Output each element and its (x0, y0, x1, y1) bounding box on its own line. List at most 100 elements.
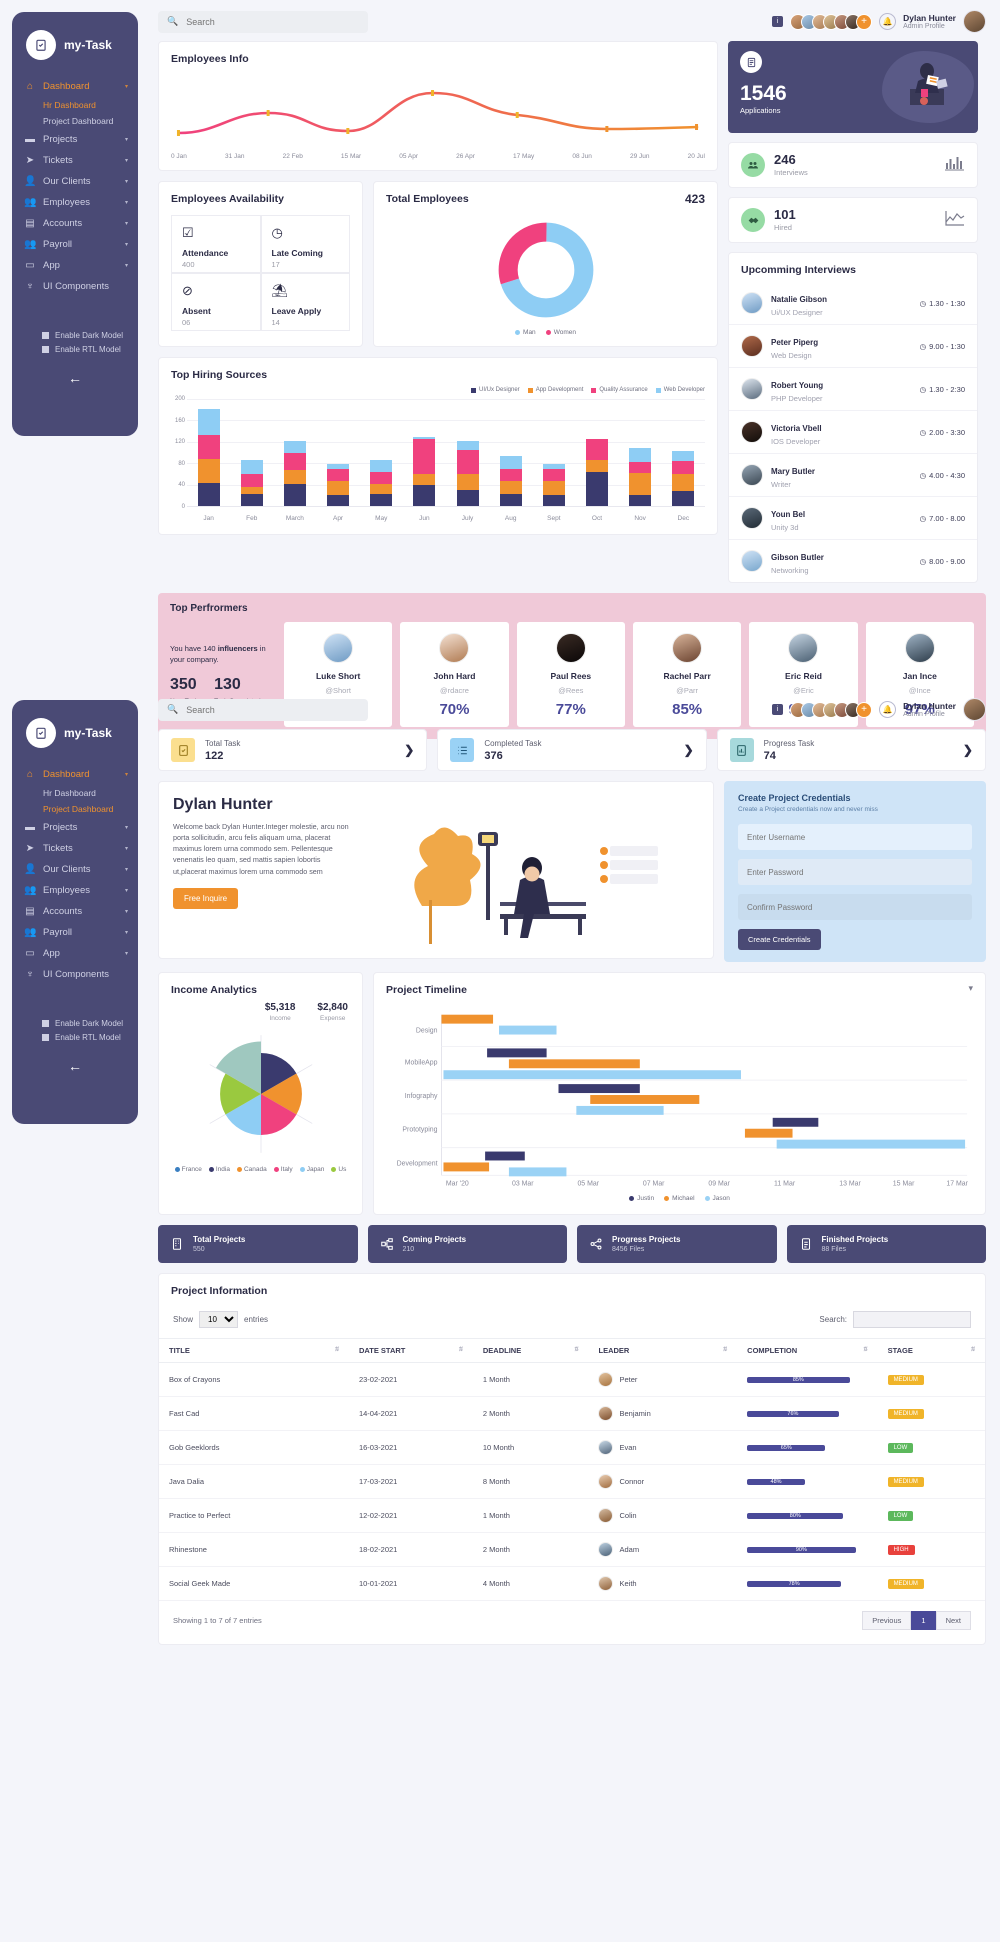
sidebar-item-projects[interactable]: ▬ Projects ▾ (12, 129, 138, 150)
next-page-button[interactable]: Next (935, 1611, 971, 1630)
user-name: Dylan Hunter (903, 700, 956, 711)
user-info[interactable]: Dylan Hunter Admin Profile (903, 701, 956, 718)
availability-tile-late-coming[interactable]: ◷ Late Coming 17 (260, 215, 350, 273)
add-user-button[interactable]: + (856, 13, 873, 30)
col-leader[interactable]: LEADER ⇅ (588, 1338, 738, 1363)
availability-tile-leave-apply[interactable]: ⛱ Leave Apply 14 (260, 273, 350, 331)
sidebar-item-dashboard[interactable]: ⌂ Dashboard ▾ (12, 76, 138, 97)
collapse-sidebar-button[interactable]: ← (12, 370, 138, 386)
avatar-stack[interactable]: + (790, 13, 873, 30)
sidebar-subitem-hr-dashboard[interactable]: Hr Dashboard (12, 785, 138, 801)
avatar[interactable] (963, 10, 986, 33)
sidebar-item-app[interactable]: ▭ App ▾ (12, 255, 138, 276)
user-info[interactable]: Dylan Hunter Admin Profile (903, 13, 956, 30)
sidebar-subitem-project-dashboard[interactable]: Project Dashboard (12, 801, 138, 817)
interview-name: Gibson Butler (771, 553, 824, 562)
interview-row[interactable]: Robert Young PHP Developer ◷ 1.30 - 2:30 (729, 367, 977, 410)
sidebar-item-ui-components[interactable]: ♆ UI Components (12, 964, 138, 985)
user-icon: 👤 (24, 864, 37, 875)
interview-row[interactable]: Natalie Gibson Ui/UX Designer ◷ 1.30 - 1… (729, 282, 977, 324)
sidebar-item-employees[interactable]: 👥 Employees ▾ (12, 192, 138, 213)
table-row[interactable]: Fast Cad 14-04-2021 2 Month Benjamin 76% MEDI… (159, 1396, 985, 1431)
sidebar-item-our-clients[interactable]: 👤 Our Clients ▾ (12, 171, 138, 192)
chevron-down-icon: ▾ (124, 888, 128, 894)
table-row[interactable]: Practice to Perfect 12-02-2021 1 Month Coli… (159, 1498, 985, 1533)
table-row[interactable]: Rhinestone 18-02-2021 2 Month Adam 90% HIGH (159, 1532, 985, 1567)
previous-page-button[interactable]: Previous (862, 1611, 912, 1630)
cell-stage: MEDIUM (877, 1464, 985, 1499)
bell-icon[interactable]: 🔔 (879, 701, 897, 718)
completed-task-card[interactable]: Completed Task 376 ❯ (437, 729, 707, 771)
info-badge[interactable]: i (772, 16, 784, 27)
sidebar-item-tickets[interactable]: ➤ Tickets ▾ (12, 838, 138, 859)
table-row[interactable]: Social Geek Made 10-01-2021 4 Month Keith 78… (159, 1566, 985, 1601)
free-inquire-button[interactable]: Free Inquire (173, 887, 239, 909)
toggle-dark-mode[interactable]: Enable Dark Model (42, 1019, 138, 1028)
interview-row[interactable]: Victoria Vbell IOS Developer ◷ 2.00 - 3:… (729, 410, 977, 453)
sidebar-item-dashboard[interactable]: ⌂ Dashboard ▾ (12, 764, 138, 785)
finished-projects-card[interactable]: Finished Projects 88 Files (786, 1225, 986, 1263)
total-task-card[interactable]: Total Task 122 ❯ (158, 729, 428, 771)
interview-row[interactable]: Mary Butler Writer ◷ 4.00 - 4:30 (729, 453, 977, 496)
search-input[interactable] (186, 704, 359, 715)
col-stage[interactable]: STAGE ⇅ (877, 1338, 985, 1363)
col-completion[interactable]: COMPLETION ⇅ (737, 1338, 878, 1363)
availability-title: Employees Availability (171, 193, 285, 205)
add-user-button[interactable]: + (856, 701, 873, 718)
total-projects-card[interactable]: Total Projects 550 (158, 1225, 358, 1263)
entries-select[interactable]: 10 (199, 1311, 239, 1328)
sidebar-subitem-project-dashboard[interactable]: Project Dashboard (12, 113, 138, 129)
bell-icon[interactable]: 🔔 (879, 13, 897, 30)
sidebar-item-projects[interactable]: ▬ Projects ▾ (12, 817, 138, 838)
chevron-right-icon[interactable]: ❯ (963, 743, 973, 757)
info-badge[interactable]: i (772, 704, 784, 715)
collapse-sidebar-button[interactable]: ← (12, 1058, 138, 1074)
col-date-start[interactable]: DATE START ⇅ (348, 1338, 473, 1363)
sidebar-subitem-hr-dashboard[interactable]: Hr Dashboard (12, 97, 138, 113)
sidebar-item-employees[interactable]: 👥 Employees ▾ (12, 880, 138, 901)
confirm-password-field[interactable] (738, 894, 972, 920)
sidebar-item-our-clients[interactable]: 👤 Our Clients ▾ (12, 859, 138, 880)
sidebar-item-tickets[interactable]: ➤ Tickets ▾ (12, 150, 138, 171)
toggle-rtl-mode[interactable]: Enable RTL Model (42, 345, 138, 354)
col-title[interactable]: TITLE ⇅ (159, 1338, 349, 1363)
availability-tile-attendance[interactable]: ☑ Attendance 400 (171, 215, 261, 273)
table-row[interactable]: Gob Geeklords 16-03-2021 10 Month Evan 65% LO… (159, 1430, 985, 1465)
avatar-stack[interactable]: + (790, 701, 873, 718)
page-1-button[interactable]: 1 (911, 1611, 936, 1630)
chevron-right-icon[interactable]: ❯ (684, 743, 694, 757)
create-credentials-button[interactable]: Create Credentials (738, 929, 821, 950)
hired-stat-card[interactable]: 101 Hired (728, 197, 978, 243)
sidebar-item-accounts[interactable]: ▤ Accounts ▾ (12, 901, 138, 922)
col-deadline[interactable]: DEADLINE ⇅ (472, 1338, 589, 1363)
search-input[interactable] (186, 16, 359, 27)
username-field[interactable] (738, 824, 972, 850)
clock-icon: ◷ (919, 470, 927, 480)
avatar[interactable] (963, 698, 986, 721)
chevron-right-icon[interactable]: ❯ (404, 743, 414, 757)
interviews-stat-card[interactable]: 246 Interviews (728, 142, 978, 188)
search-box[interactable]: 🔍 (158, 698, 368, 721)
table-search-input[interactable] (853, 1311, 971, 1328)
table-row[interactable]: Java Dalia 17-03-2021 8 Month Connor 48% MEDI… (159, 1464, 985, 1499)
sidebar-item-app[interactable]: ▭ App ▾ (12, 943, 138, 964)
sidebar-item-payroll[interactable]: 👥 Payroll ▾ (12, 922, 138, 943)
search-box[interactable]: 🔍 (158, 10, 368, 33)
interview-row[interactable]: Youn Bel Unity 3d ◷ 7.00 - 8.00 (729, 496, 977, 539)
sidebar-item-payroll[interactable]: 👥 Payroll ▾ (12, 234, 138, 255)
toggle-rtl-mode[interactable]: Enable RTL Model (42, 1033, 138, 1042)
interview-row[interactable]: Peter Piperg Web Design ◷ 9.00 - 1:30 (729, 324, 977, 367)
cell-deadline: 4 Month (472, 1566, 589, 1601)
sidebar-item-accounts[interactable]: ▤ Accounts ▾ (12, 213, 138, 234)
toggle-dark-mode[interactable]: Enable Dark Model (42, 331, 138, 340)
chevron-down-icon[interactable]: ▾ (968, 983, 973, 994)
interview-row[interactable]: Gibson Butler Networking ◷ 8.00 - 9.00 (729, 539, 977, 582)
coming-projects-card[interactable]: Coming Projects 210 (367, 1225, 567, 1263)
progress-projects-card[interactable]: Progress Projects 8456 Files (577, 1225, 777, 1263)
sidebar-item-ui-components[interactable]: ♆ UI Components (12, 276, 138, 297)
progress-task-card[interactable]: Progress Task 74 ❯ (716, 729, 986, 771)
table-row[interactable]: Box of Crayons 23-02-2021 1 Month Peter 85% M… (159, 1362, 985, 1397)
availability-tile-absent[interactable]: ⊘ Absent 06 (171, 273, 261, 331)
performer-name: Luke Short (315, 671, 361, 681)
password-field[interactable] (738, 859, 972, 885)
